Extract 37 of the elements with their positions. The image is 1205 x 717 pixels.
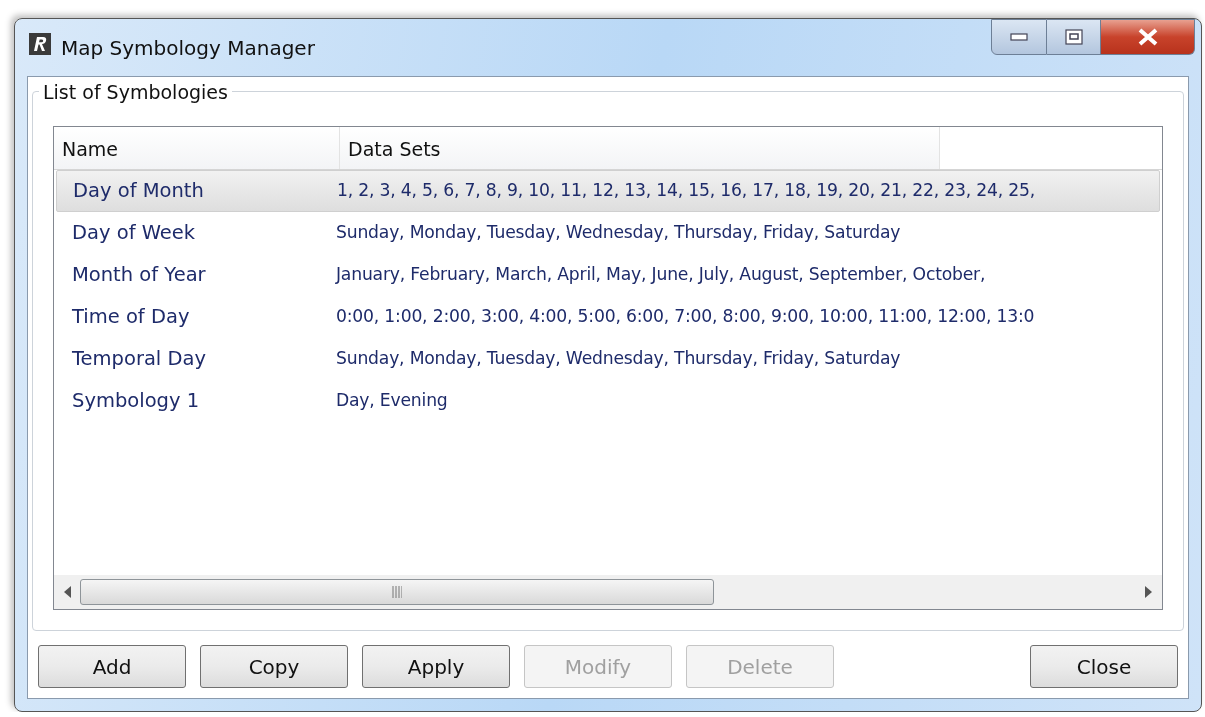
- list-row[interactable]: Temporal Day Sunday, Monday, Tuesday, Wednesday, Thursday, Friday, Saturday: [56, 338, 1160, 380]
- list-row[interactable]: Day of Week Sunday, Monday, Tuesday, Wednesday, Thursday, Friday, Saturday: [56, 212, 1160, 254]
- dialog-button[interactable]: Close: [1030, 645, 1178, 688]
- list-row[interactable]: Time of Day 0:00, 1:00, 2:00, 3:00, 4:00, 5:00, 6:00, 7:00, 8:00, 9:00, 10:00, 11:00, 12:00, 13:0: [56, 296, 1160, 338]
- name-cell-text: Time of Day: [71, 304, 191, 331]
- list-row[interactable]: Month of Year January, February, March, April, May, June, July, August, September, October,: [56, 254, 1160, 296]
- minimize-button[interactable]: [991, 19, 1047, 55]
- name-cell-text: Day of Month: [72, 178, 205, 205]
- grip-icon: [392, 586, 402, 598]
- dialog-button[interactable]: Copy: [200, 645, 348, 688]
- minimize-icon: [1010, 33, 1028, 41]
- data-sets-cell-text: 0:00, 1:00, 2:00, 3:00, 4:00, 5:00, 6:00, 7:00, 8:00, 9:00, 10:00, 11:00, 12:00, 13:0: [336, 305, 1035, 329]
- maximize-button[interactable]: [1047, 19, 1101, 55]
- data-sets-cell-text: Day, Evening: [336, 389, 448, 413]
- name-cell-text: Temporal Day: [71, 346, 207, 373]
- dialog-button[interactable]: Add: [38, 645, 186, 688]
- scrollbar-thumb[interactable]: [80, 579, 714, 605]
- list-row[interactable]: Symbology 1 Day, Evening: [56, 380, 1160, 422]
- name-cell-text: Month of Year: [71, 262, 207, 289]
- maximize-icon: [1064, 29, 1083, 45]
- data-sets-cell-text: Sunday, Monday, Tuesday, Wednesday, Thursday, Friday, Saturday: [336, 221, 901, 245]
- name-cell-text: Day of Week: [71, 220, 197, 247]
- scroll-right-icon[interactable]: [1144, 585, 1154, 599]
- scroll-left-icon[interactable]: [62, 585, 72, 599]
- column-header[interactable]: Name: [54, 127, 340, 169]
- name-cell-text: Symbology 1: [71, 388, 201, 415]
- horizontal-scrollbar[interactable]: [54, 575, 1162, 609]
- data-sets-cell-text: Sunday, Monday, Tuesday, Wednesday, Thursday, Friday, Saturday: [336, 347, 901, 371]
- list-row[interactable]: Day of Month 1, 2, 3, 4, 5, 6, 7, 8, 9, 10, 11, 12, 13, 14, 15, 16, 17, 18, 19, 20, 21, 22, 23, 24, 25,: [56, 170, 1160, 212]
- close-button[interactable]: [1101, 19, 1195, 55]
- dialog-button[interactable]: Apply: [362, 645, 510, 688]
- close-icon: [1136, 28, 1159, 46]
- data-sets-cell-text: 1, 2, 3, 4, 5, 6, 7, 8, 9, 10, 11, 12, 13, 14, 15, 16, 17, 18, 19, 20, 21, 22, 23, 24, 25,: [337, 179, 1036, 203]
- window-title: Map Symbology Manager: [61, 35, 315, 62]
- data-sets-cell-text: January, February, March, April, May, June, July, August, September, October,: [336, 263, 986, 287]
- app-logo-icon: [29, 33, 51, 55]
- column-header[interactable]: Data Sets: [340, 127, 940, 169]
